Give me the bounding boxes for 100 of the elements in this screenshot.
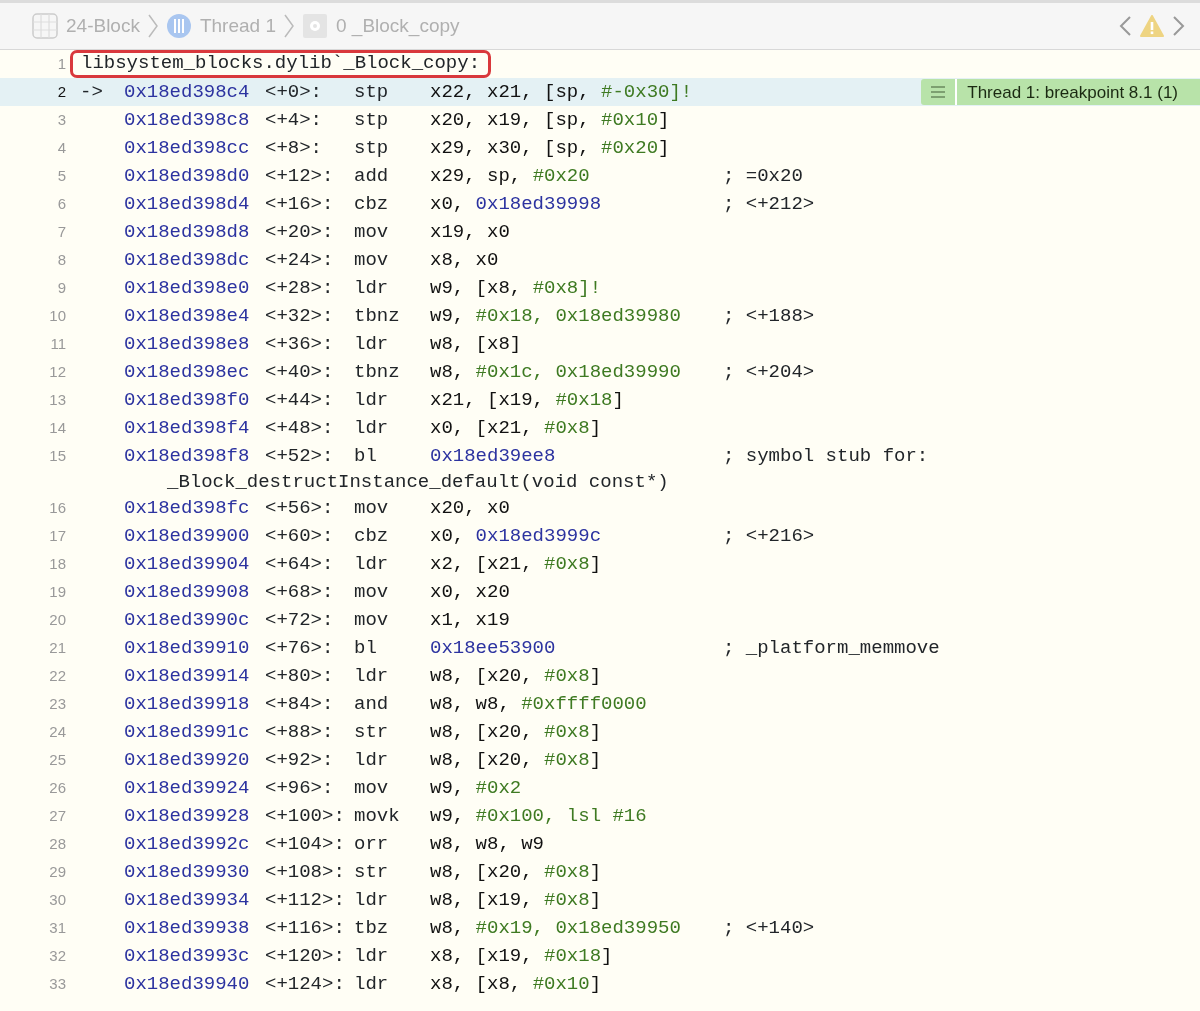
comment: ; =0x20 — [723, 164, 804, 189]
line-number: 30 — [48, 890, 66, 910]
operands: x8, [x19, #0x18] — [430, 944, 614, 969]
line-number: 5 — [56, 166, 66, 186]
offset: <+60>: — [265, 524, 335, 549]
breadcrumb-item[interactable]: 24-Block — [66, 11, 140, 41]
operands: w8, w8, w9 — [430, 832, 546, 857]
address: 0x18ed398d4 — [124, 192, 251, 217]
operands: w9, #0x100, lsl #16 — [430, 804, 648, 829]
operands: x20, x0 — [430, 496, 511, 521]
chevron-right-icon — [1172, 15, 1186, 37]
line-number: 16 — [48, 498, 66, 518]
address: 0x18ed398d0 — [124, 164, 251, 189]
comment-continuation: _Block_destructInstance_default(void const*) — [167, 469, 670, 495]
mnemonic: mov — [354, 580, 390, 605]
address: 0x18ed398c4 — [124, 80, 251, 105]
warning-button[interactable] — [1138, 15, 1166, 37]
operands: w8, #0x19, 0x18ed39950 — [430, 916, 682, 941]
mnemonic: add — [354, 164, 390, 189]
address: 0x18ed398f4 — [124, 416, 251, 441]
operands: 0x18ed39ee8 — [430, 443, 557, 469]
address: 0x18ed39918 — [124, 692, 251, 717]
mnemonic: tbz — [354, 916, 390, 941]
line-number: 17 — [48, 526, 66, 546]
breadcrumb-item[interactable]: 0 _Block_copy — [335, 11, 460, 41]
mnemonic: tbnz — [354, 304, 401, 329]
address: 0x18ed39900 — [124, 524, 251, 549]
offset: <+56>: — [265, 496, 335, 521]
offset: <+104>: — [265, 832, 346, 857]
address: 0x18ed3992c — [124, 832, 251, 857]
address: 0x18ed3991c — [124, 720, 251, 745]
address: 0x18ed39928 — [124, 804, 251, 829]
offset: <+40>: — [265, 360, 335, 385]
offset: <+16>: — [265, 192, 335, 217]
mnemonic: str — [354, 860, 390, 885]
comment: ; <+188> — [723, 304, 816, 329]
offset: <+8>: — [265, 136, 323, 161]
mnemonic: ldr — [354, 552, 390, 577]
comment: ; _platform_memmove — [723, 636, 941, 661]
offset: <+116>: — [265, 916, 346, 941]
mnemonic: cbz — [354, 524, 390, 549]
symbol-label: libsystem_blocks.dylib`_Block_copy: — [70, 50, 492, 78]
line-number: 33 — [48, 974, 66, 994]
line-number: 23 — [48, 694, 66, 714]
offset: <+120>: — [265, 944, 346, 969]
address: 0x18ed398e8 — [124, 332, 251, 357]
operands: x8, x0 — [430, 248, 500, 273]
address: 0x18ed398d8 — [124, 220, 251, 245]
offset: <+4>: — [265, 108, 323, 133]
comment: ; <+140> — [723, 916, 816, 941]
operands: w8, [x20, #0x8] — [430, 664, 603, 689]
offset: <+44>: — [265, 388, 335, 413]
address: 0x18ed39910 — [124, 636, 251, 661]
line-number: 4 — [56, 138, 66, 158]
line-number: 27 — [48, 806, 66, 826]
address: 0x18ed398e0 — [124, 276, 251, 301]
offset: <+20>: — [265, 220, 335, 245]
address: 0x18ed39904 — [124, 552, 251, 577]
operands: x0, 0x18ed3999c — [430, 524, 603, 549]
mnemonic: ldr — [354, 276, 390, 301]
mnemonic: ldr — [354, 388, 390, 413]
address: 0x18ed398c8 — [124, 108, 251, 133]
mnemonic: ldr — [354, 944, 390, 969]
mnemonic: mov — [354, 248, 390, 273]
operands: w8, [x20, #0x8] — [430, 720, 603, 745]
operands: x22, x21, [sp, #-0x30]! — [430, 80, 694, 105]
mnemonic: bl — [354, 443, 378, 469]
line-number: 19 — [48, 582, 66, 602]
address: 0x18ed3990c — [124, 608, 251, 633]
comment: ; symbol stub for: — [723, 443, 930, 469]
line-number: 18 — [48, 554, 66, 574]
offset: <+112>: — [265, 888, 346, 913]
address: 0x18ed39938 — [124, 916, 251, 941]
offset: <+12>: — [265, 164, 335, 189]
address: 0x18ed39940 — [124, 972, 251, 997]
address: 0x18ed39920 — [124, 748, 251, 773]
offset: <+108>: — [265, 860, 346, 885]
offset: <+100>: — [265, 804, 346, 829]
line-number: 12 — [48, 362, 66, 382]
operands: x2, [x21, #0x8] — [430, 552, 603, 577]
operands: x29, sp, #0x20 — [430, 164, 591, 189]
line-number: 24 — [48, 722, 66, 742]
chevron-icon — [283, 14, 294, 38]
mnemonic: cbz — [354, 192, 390, 217]
breadcrumb-item[interactable]: Thread 1 — [199, 11, 276, 41]
comment: ; <+212> — [723, 192, 816, 217]
mnemonic: tbnz — [354, 360, 401, 385]
offset: <+124>: — [265, 972, 346, 997]
offset: <+64>: — [265, 552, 335, 577]
address: 0x18ed398fc — [124, 496, 251, 521]
line-number: 22 — [48, 666, 66, 686]
annotation-menu-button[interactable] — [921, 79, 958, 106]
line-number: 1 — [56, 53, 66, 74]
offset: <+36>: — [265, 332, 335, 357]
comment: ; <+216> — [723, 524, 816, 549]
operands: x0, 0x18ed39998 — [430, 192, 603, 217]
address: 0x18ed398f0 — [124, 388, 251, 413]
breakpoint-annotation: Thread 1: breakpoint 8.1 (1) — [957, 79, 1200, 106]
mnemonic: ldr — [354, 664, 390, 689]
operands: w8, [x19, #0x8] — [430, 888, 603, 913]
